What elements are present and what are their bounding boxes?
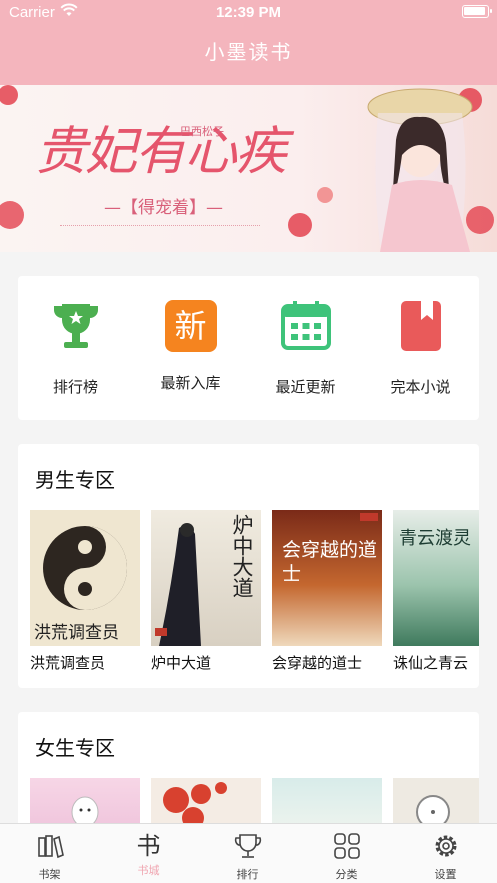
completed-novels-label: 完本小说 [390, 378, 451, 396]
female-section-title: 女生专区 [35, 736, 115, 760]
battery-icon [462, 5, 492, 18]
book-title: 会穿越的道士 [272, 654, 363, 672]
bookmark-book-icon [400, 301, 441, 351]
tab-label: 书城 [137, 864, 160, 877]
male-section-title: 男生专区 [35, 468, 115, 492]
recent-updates-shortcut[interactable]: 最近更新 [248, 300, 363, 397]
tab-label: 设置 [434, 868, 457, 881]
book-item[interactable]: 青云渡灵 诛仙之青云 [393, 510, 479, 673]
book-title: 洪荒调查员 [30, 654, 106, 672]
new-badge-icon: 新 [164, 300, 217, 352]
book-cover-title: 洪荒调查员 [34, 623, 119, 643]
book-cover-title: 青云渡灵 [399, 528, 471, 549]
book-title: 诛仙之青云 [393, 654, 469, 672]
new-arrivals-shortcut[interactable]: 新 最新入库 [133, 300, 248, 393]
banner-subtitle: —【得宠着】— [104, 198, 223, 218]
banner-title: 贵妃有心疾 [35, 122, 287, 182]
tab-settings[interactable]: 设置 [396, 824, 495, 883]
category-grid-icon [333, 833, 360, 859]
promo-banner[interactable]: 贵妃有心疾 巴西松子 —【得宠着】— [0, 85, 497, 252]
category-shortcuts: 排行榜 新 最新入库 最近更新 完本小说 [18, 276, 479, 420]
page-title: 小墨读书 [204, 40, 293, 64]
book-cover-title: 会穿越的道士 [282, 539, 378, 585]
ranking-shortcut[interactable]: 排行榜 [18, 300, 133, 397]
female-section: 女生专区 [18, 712, 479, 832]
ranking-label: 排行榜 [52, 378, 98, 396]
tab-bookshelf[interactable]: 书架 [0, 824, 99, 883]
tab-label: 排行 [236, 868, 259, 881]
book-cover-title: 炉中大道 [230, 514, 254, 598]
book-cover: 青云渡灵 [393, 510, 479, 646]
banner-divider [60, 225, 260, 226]
bookshelf-icon [37, 835, 64, 859]
book-cover: 炉中大道 [151, 510, 261, 646]
new-arrivals-label: 最新入库 [160, 374, 221, 392]
bookstore-icon: 书 [136, 832, 161, 860]
completed-novels-shortcut[interactable]: 完本小说 [363, 300, 478, 397]
book-cover: 会穿越的道士 [272, 510, 382, 646]
gear-icon [435, 835, 456, 857]
book-item[interactable]: 会穿越的道士 会穿越的道士 [272, 510, 382, 673]
tab-bookstore[interactable]: 书 书城 [99, 824, 198, 883]
tab-ranking[interactable]: 排行 [198, 824, 297, 883]
tab-category[interactable]: 分类 [297, 824, 396, 883]
book-item[interactable]: 炉中大道 炉中大道 [151, 510, 261, 673]
clock-label: 12:39 PM [215, 4, 282, 21]
tab-label: 分类 [335, 868, 358, 881]
male-section: 男生专区 洪荒调查员 洪荒调查员 炉中大道 炉中大道 会穿越的道士 会穿越的道士… [18, 444, 479, 688]
trophy-icon [53, 304, 98, 348]
trophy-icon [234, 834, 261, 858]
calendar-icon [280, 301, 331, 350]
status-bar: Carrier 12:39 PM [0, 0, 497, 26]
publisher-badge [360, 513, 378, 521]
recent-updates-label: 最近更新 [275, 378, 336, 396]
navigation-bar: Carrier 12:39 PM 小墨读书 [0, 0, 497, 85]
tab-label: 书架 [38, 868, 61, 881]
book-cover: 洪荒调查员 [30, 510, 140, 646]
book-item[interactable]: 洪荒调查员 洪荒调查员 [30, 510, 140, 673]
banner-author: 巴西松子 [180, 125, 224, 138]
male-book-list[interactable]: 洪荒调查员 洪荒调查员 炉中大道 炉中大道 会穿越的道士 会穿越的道士 青云渡灵… [30, 510, 479, 680]
tab-bar: 书架 书 书城 排行 分类 设置 [0, 823, 497, 883]
book-title: 炉中大道 [151, 654, 212, 672]
